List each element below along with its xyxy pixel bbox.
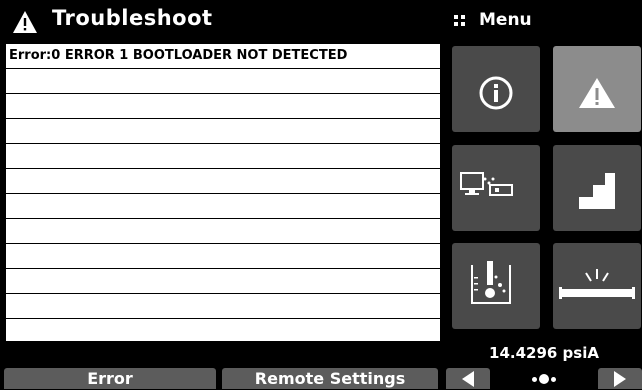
error-row[interactable] [6, 144, 440, 169]
info-tile[interactable] [452, 46, 540, 132]
warning-icon [579, 78, 615, 108]
steps-tile[interactable] [553, 145, 641, 231]
info-icon [479, 76, 513, 110]
error-row[interactable] [6, 219, 440, 244]
stairs-icon [579, 173, 615, 209]
pressure-readout: 14.4296 psiA [489, 344, 599, 362]
page-indicator [496, 368, 594, 389]
pipe-leak-icon [559, 269, 635, 299]
error-row[interactable]: Error:0 ERROR 1 BOOTLOADER NOT DETECTED [6, 44, 440, 69]
error-row[interactable] [6, 94, 440, 119]
error-row[interactable] [6, 319, 440, 344]
arrow-left-icon [462, 371, 474, 387]
error-row[interactable] [6, 119, 440, 144]
computer-connection-icon [460, 172, 513, 196]
leak-tile[interactable] [553, 243, 641, 329]
error-row[interactable] [6, 69, 440, 94]
tab-error[interactable]: Error [4, 368, 216, 389]
grid-dots-icon [454, 15, 466, 27]
next-page-button[interactable] [598, 368, 642, 389]
error-row[interactable] [6, 294, 440, 319]
bottom-bar: Error Remote Settings [0, 366, 642, 389]
arrow-right-icon [614, 371, 626, 387]
error-row[interactable] [6, 194, 440, 219]
troubleshoot-tile[interactable] [553, 46, 641, 132]
error-row[interactable] [6, 269, 440, 294]
warning-icon [13, 11, 37, 33]
page-title: Troubleshoot [52, 6, 213, 30]
title-bar: Troubleshoot [0, 0, 442, 42]
error-row[interactable] [6, 169, 440, 194]
remote-tile[interactable] [452, 145, 540, 231]
error-list: Error:0 ERROR 1 BOOTLOADER NOT DETECTED [6, 44, 440, 341]
beaker-icon [471, 261, 511, 304]
previous-page-button[interactable] [446, 368, 490, 389]
measurement-tile[interactable] [452, 243, 540, 329]
menu-header[interactable]: Menu [446, 0, 642, 42]
menu-label: Menu [479, 10, 532, 30]
error-row[interactable] [6, 244, 440, 269]
tab-remote-settings[interactable]: Remote Settings [222, 368, 438, 389]
